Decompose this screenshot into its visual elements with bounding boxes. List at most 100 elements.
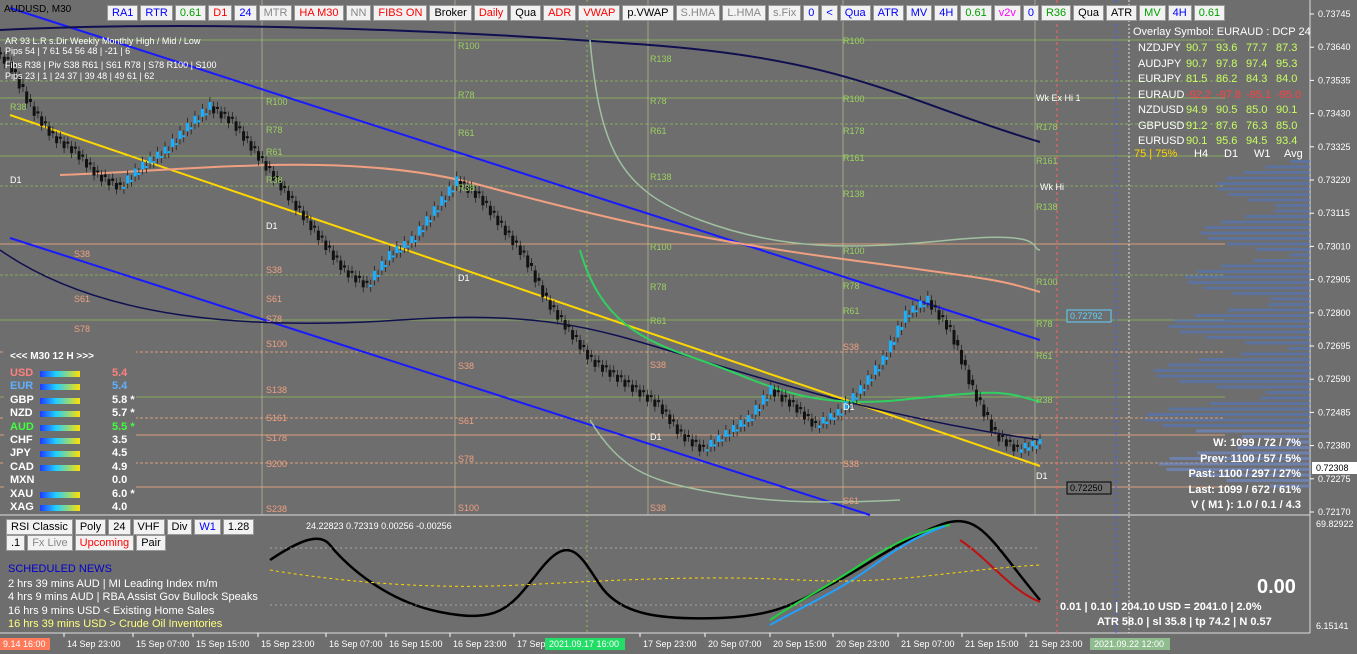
candle-body (526, 255, 530, 268)
symbol-label: AUDUSD, M30 (4, 4, 72, 15)
candle-body (518, 245, 522, 256)
candle-body (320, 235, 324, 238)
currency-nzd[interactable]: NZD (10, 407, 33, 419)
volume-bar (1275, 204, 1310, 207)
bottom-toolbar-button-1[interactable]: Poly (74, 519, 107, 535)
currency-cad[interactable]: CAD (10, 461, 34, 473)
candle-body (443, 200, 447, 203)
volume-bar (1274, 209, 1310, 213)
candle-body (503, 225, 507, 236)
overlay-pair-audjpy: AUDJPY (1138, 57, 1182, 70)
top-toolbar-button-0[interactable]: RA1 (107, 5, 139, 21)
candle-body (1023, 442, 1027, 449)
sub-toolbar-button-3[interactable]: Pair (136, 535, 166, 551)
currency-jpy[interactable]: JPY (10, 447, 31, 459)
candle-body (634, 385, 638, 388)
candle-body (111, 178, 115, 181)
pivot-label-r78: R78 (458, 90, 475, 100)
candle-body (705, 449, 709, 452)
top-toolbar-button-2[interactable]: 0.61 (174, 5, 207, 21)
top-toolbar-button-3[interactable]: D1 (208, 5, 233, 21)
candle-body (122, 186, 126, 189)
overlay-value: 84.3 (1246, 73, 1268, 85)
currency-xau[interactable]: XAU (10, 488, 33, 500)
bottom-toolbar-button-3[interactable]: VHF (132, 519, 165, 535)
top-toolbar-button-13[interactable]: VWAP (578, 5, 621, 21)
volume-bar (1174, 319, 1310, 323)
top-toolbar-button-20[interactable]: Qua (839, 5, 871, 21)
top-toolbar-button-27[interactable]: R36 (1040, 5, 1072, 21)
sub-toolbar-button-0[interactable]: .1 (6, 535, 26, 551)
candle-body (264, 161, 268, 171)
candle-body (567, 325, 571, 328)
top-toolbar-button-15[interactable]: S.HMA (675, 5, 721, 21)
top-toolbar-button-16[interactable]: L.HMA (722, 5, 766, 21)
top-toolbar-button-31[interactable]: 4H (1167, 5, 1192, 21)
top-toolbar-button-32[interactable]: 0.61 (1193, 5, 1226, 21)
top-toolbar-button-1[interactable]: RTR (140, 5, 173, 21)
top-toolbar-button-22[interactable]: MV (905, 5, 933, 21)
bottom-toolbar-button-4[interactable]: Div (166, 519, 193, 535)
top-toolbar-button-19[interactable]: < (821, 5, 838, 21)
price-tick-label: 0.72590 (1318, 374, 1351, 384)
top-toolbar-button-8[interactable]: FIBS ON (373, 5, 428, 21)
pivot-label-s38: S38 (74, 249, 90, 259)
top-toolbar-button-28[interactable]: Qua (1073, 5, 1104, 21)
top-toolbar-button-14[interactable]: p.VWAP (622, 5, 674, 21)
candle-body (974, 389, 978, 402)
osc-blue-line (769, 525, 946, 626)
top-toolbar-button-23[interactable]: 4H (934, 5, 959, 21)
top-toolbar-button-26[interactable]: 0 (1022, 5, 1039, 21)
currency-panel-header[interactable]: <<< M30 12 H >>> (10, 351, 94, 362)
top-toolbar-button-29[interactable]: ATR (1105, 5, 1138, 21)
candle-body (0, 52, 3, 55)
candle-body (593, 359, 597, 367)
candle-body (522, 250, 526, 253)
sub-toolbar-button-2[interactable]: Upcoming (74, 535, 135, 551)
top-toolbar-button-9[interactable]: Broker (429, 5, 472, 21)
range-stat-line: Prev: 1100 / 57 / 5% (1200, 452, 1301, 465)
currency-aud[interactable]: AUD (10, 421, 34, 433)
top-toolbar-button-24[interactable]: 0.61 (960, 5, 992, 21)
sub-toolbar-button-1[interactable]: Fx Live (27, 535, 73, 551)
candle-body (1016, 444, 1020, 447)
candle-body (212, 106, 216, 114)
top-toolbar-button-4[interactable]: 24 (234, 5, 257, 21)
currency-chf[interactable]: CHF (10, 434, 33, 446)
top-toolbar-button-21[interactable]: ATR (872, 5, 904, 21)
candle-body (750, 419, 754, 422)
currency-eur[interactable]: EUR (10, 380, 33, 392)
risk-big-value: 0.00 (1257, 576, 1296, 598)
top-toolbar-button-30[interactable]: MV (1139, 5, 1166, 21)
top-toolbar-button-25[interactable]: v2v (993, 5, 1021, 21)
candle-body (492, 210, 496, 213)
bottom-toolbar-button-6[interactable]: 1.28 (222, 519, 255, 535)
top-toolbar-button-5[interactable]: MTR (258, 5, 293, 21)
stats-row-2: Pips 54 | 7 61 54 56 48 | -21 | 6 (5, 46, 131, 56)
currency-gbp[interactable]: GBP (10, 394, 34, 406)
candle-body (129, 179, 133, 182)
pivot-label-r138: R138 (843, 189, 865, 199)
top-toolbar-button-7[interactable]: NN (345, 5, 372, 21)
candle-body (776, 390, 780, 393)
currency-mxn[interactable]: MXN (10, 474, 34, 486)
candle-body (548, 300, 552, 310)
candle-body (335, 255, 339, 258)
currency-xag[interactable]: XAG (10, 501, 34, 513)
top-toolbar-button-11[interactable]: Qua (510, 5, 542, 21)
top-toolbar-button-18[interactable]: 0 (803, 5, 820, 21)
currency-value: 3.5 (112, 434, 128, 446)
bottom-toolbar-button-2[interactable]: 24 (108, 519, 131, 535)
candle-body (286, 190, 290, 201)
candle-body (825, 421, 829, 424)
bottom-toolbar-button-5[interactable]: W1 (194, 519, 221, 535)
volume-bar (1226, 176, 1310, 180)
pivot-label-r61: R61 (650, 316, 667, 326)
candle-body (664, 409, 668, 412)
top-toolbar-button-17[interactable]: s.Fix (767, 5, 802, 21)
bottom-toolbar-button-0[interactable]: RSI Classic (6, 519, 73, 535)
top-toolbar-button-6[interactable]: HA M30 (294, 5, 344, 21)
currency-usd[interactable]: USD (10, 367, 33, 379)
top-toolbar-button-10[interactable]: Daily (473, 5, 509, 21)
top-toolbar-button-12[interactable]: ADR (543, 5, 577, 21)
